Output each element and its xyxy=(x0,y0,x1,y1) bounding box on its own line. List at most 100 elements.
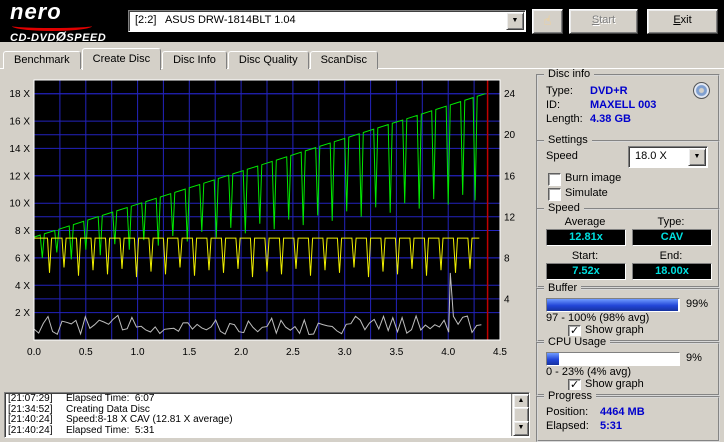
svg-text:16: 16 xyxy=(504,171,516,182)
disc-length-label: Length: xyxy=(546,113,583,125)
header-bar: nero CD-DVDØSPEED [2:2] ASUS DRW-1814BLT… xyxy=(0,0,724,45)
position-label: Position: xyxy=(546,406,589,418)
arrow-down-icon: ▼ xyxy=(517,424,525,431)
scroll-down-button[interactable]: ▼ xyxy=(513,421,529,436)
svg-text:3.0: 3.0 xyxy=(338,347,352,358)
disc-length-value: 4.38 GB xyxy=(590,113,631,125)
speed-select[interactable]: 18.0 X ▼ xyxy=(628,146,708,168)
speed-select-arrow-icon[interactable]: ▼ xyxy=(688,148,706,166)
tab-bar: Benchmark Create Disc Disc Info Disc Qua… xyxy=(3,48,379,70)
svg-text:1.0: 1.0 xyxy=(131,347,145,358)
tab-disc-info[interactable]: Disc Info xyxy=(162,51,227,69)
hand-button[interactable]: ☝ xyxy=(532,9,563,34)
svg-text:14 X: 14 X xyxy=(9,144,30,155)
svg-text:2.5: 2.5 xyxy=(286,347,300,358)
nero-logo-text: nero xyxy=(10,0,62,24)
svg-text:18 X: 18 X xyxy=(9,89,30,100)
svg-text:4 X: 4 X xyxy=(15,281,30,292)
svg-text:4.0: 4.0 xyxy=(441,347,455,358)
progress-group: Progress Position: 4464 MB Elapsed: 5:31 xyxy=(536,390,720,442)
buffer-progress-fill xyxy=(547,299,678,311)
settings-group: Settings Speed 18.0 X ▼ Burn image Simul… xyxy=(536,134,720,210)
burn-image-label: Burn image xyxy=(565,172,622,184)
speed-select-label: Speed xyxy=(546,150,578,162)
disc-info-title: Disc info xyxy=(544,68,595,80)
speed-select-value: 18.0 X xyxy=(635,150,667,162)
average-label: Average xyxy=(564,216,606,228)
exit-button[interactable]: Exit xyxy=(647,9,718,34)
settings-title: Settings xyxy=(544,134,592,146)
svg-text:8 X: 8 X xyxy=(15,226,30,237)
arrow-up-icon: ▲ xyxy=(517,397,525,404)
end-speed-label: End: xyxy=(659,250,683,262)
svg-text:24: 24 xyxy=(504,89,516,100)
svg-text:0.5: 0.5 xyxy=(79,347,93,358)
cpu-title: CPU Usage xyxy=(544,336,611,348)
cpu-progress-fill xyxy=(547,353,559,365)
tab-scandisc[interactable]: ScanDisc xyxy=(309,51,379,69)
disc-id-value: MAXELL 003 xyxy=(590,99,657,111)
simulate-checkbox[interactable] xyxy=(548,188,561,201)
speed-group: Speed Average Type: 12.81x CAV Start: En… xyxy=(536,202,720,288)
cpu-percent: 9% xyxy=(686,352,702,364)
svg-text:4: 4 xyxy=(504,294,510,305)
disc-info-group: Disc info Type: DVD+R ID: MAXELL 003 Len… xyxy=(536,68,720,142)
burn-image-checkbox[interactable] xyxy=(548,173,561,186)
svg-text:1.5: 1.5 xyxy=(182,347,196,358)
type-value-lcd: CAV xyxy=(632,229,712,246)
disc-o-icon: Ø xyxy=(55,29,67,44)
progress-title: Progress xyxy=(544,390,597,402)
buffer-title: Buffer xyxy=(544,282,582,294)
elapsed-label: Elapsed: xyxy=(546,420,589,432)
nero-logo: nero CD-DVDØSPEED xyxy=(10,0,122,45)
svg-text:8: 8 xyxy=(504,253,510,264)
end-speed-lcd: 18.00x xyxy=(632,263,712,280)
cpu-group: CPU Usage 9% 0 - 23% (4% avg) Show graph xyxy=(536,336,720,396)
svg-text:12: 12 xyxy=(504,212,516,223)
svg-text:10 X: 10 X xyxy=(9,199,30,210)
start-speed-lcd: 7.52x xyxy=(546,263,626,280)
disc-type-value: DVD+R xyxy=(590,85,628,97)
tab-create-disc[interactable]: Create Disc xyxy=(81,48,162,70)
cpu-progress-bar xyxy=(546,352,680,366)
svg-text:6 X: 6 X xyxy=(15,253,30,264)
buffer-percent: 99% xyxy=(686,298,709,310)
buffer-show-graph-label: Show graph xyxy=(585,324,644,336)
disc-type-label: Type: xyxy=(546,85,573,97)
svg-text:20: 20 xyxy=(504,130,516,141)
drive-select-arrow-icon[interactable]: ▼ xyxy=(506,12,524,30)
svg-text:2.0: 2.0 xyxy=(234,347,248,358)
log-scrollbar[interactable]: ▲ ▼ xyxy=(511,394,529,436)
tab-benchmark[interactable]: Benchmark xyxy=(3,51,81,69)
buffer-group: Buffer 99% 97 - 100% (98% avg) Show grap… xyxy=(536,282,720,342)
hand-icon: ☝ xyxy=(543,13,552,28)
speed-title: Speed xyxy=(544,202,584,214)
cpu-show-graph-label: Show graph xyxy=(585,378,644,390)
speed-chart: 2 X 4 X 6 X 8 X 10 X 12 X 14 X 16 X 18 X 4 8 12 16 20… xyxy=(2,74,526,360)
svg-text:0.0: 0.0 xyxy=(27,347,41,358)
disc-icon xyxy=(693,82,710,99)
start-speed-label: Start: xyxy=(571,250,599,262)
elapsed-value: 5:31 xyxy=(600,420,623,432)
average-value-lcd: 12.81x xyxy=(546,229,626,246)
simulate-label: Simulate xyxy=(565,187,608,199)
svg-text:16 X: 16 X xyxy=(9,117,30,128)
svg-text:12 X: 12 X xyxy=(9,171,30,182)
drive-select-value: [2:2] ASUS DRW-1814BLT 1.04 xyxy=(135,14,296,26)
tab-disc-quality[interactable]: Disc Quality xyxy=(227,51,309,69)
drive-select[interactable]: [2:2] ASUS DRW-1814BLT 1.04 ▼ xyxy=(128,10,526,32)
svg-text:2 X: 2 X xyxy=(15,308,30,319)
log-row: [21:40:24] Elapsed Time: 5:31 xyxy=(8,424,155,436)
log-lines: [21:07:29] Elapsed Time: 6:07 [21:34:52] C… xyxy=(8,394,510,436)
svg-text:3.5: 3.5 xyxy=(389,347,403,358)
cpu-range: 0 - 23% (4% avg) xyxy=(546,366,631,378)
disc-id-label: ID: xyxy=(546,99,561,111)
type-label: Type: xyxy=(657,216,685,228)
svg-text:4.5: 4.5 xyxy=(493,347,507,358)
buffer-range: 97 - 100% (98% avg) xyxy=(546,312,650,324)
position-value: 4464 MB xyxy=(600,406,645,418)
log-box[interactable]: [21:07:29] Elapsed Time: 6:07 [21:34:52] C… xyxy=(4,392,530,438)
app-name: CD-DVDØSPEED xyxy=(10,29,107,44)
buffer-progress-bar xyxy=(546,298,680,312)
start-button[interactable]: Start xyxy=(569,9,638,34)
